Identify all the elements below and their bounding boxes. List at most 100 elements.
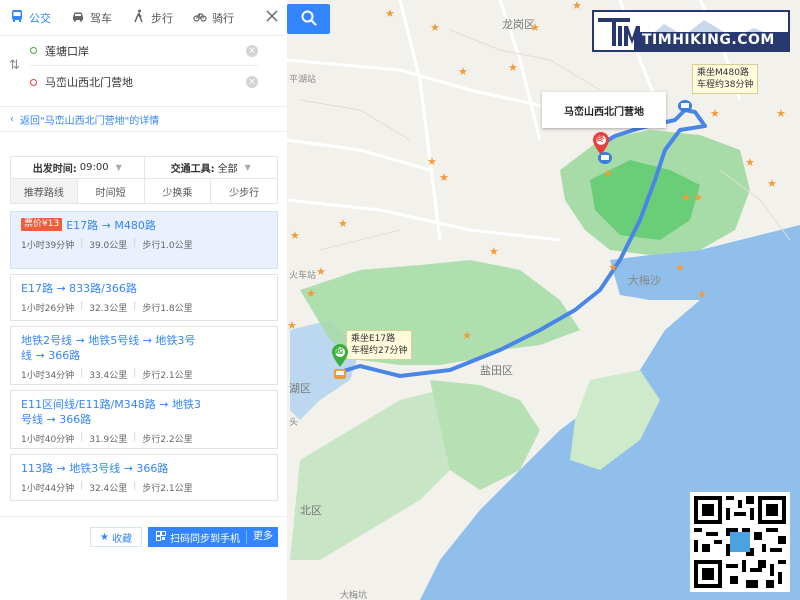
tab-bike[interactable]: 骑行 bbox=[183, 0, 244, 36]
poi-star-icon[interactable]: ★ bbox=[675, 262, 685, 273]
poi-star-icon[interactable]: ★ bbox=[710, 108, 720, 119]
depart-time-select[interactable]: 出发时间: 09:00 ▼ bbox=[11, 157, 144, 178]
bus-stop-transfer-icon[interactable] bbox=[678, 100, 692, 112]
poi-star-icon[interactable]: ★ bbox=[697, 289, 707, 300]
search-button[interactable] bbox=[287, 4, 330, 34]
map-label-luohu: 湖区 bbox=[289, 382, 311, 395]
poi-star-icon[interactable]: ★ bbox=[572, 0, 582, 11]
mode-tabs: 公交 驾车 步行 骑行 bbox=[0, 0, 287, 36]
poi-star-icon[interactable]: ★ bbox=[306, 288, 316, 299]
poi-star-icon[interactable]: ★ bbox=[508, 62, 518, 73]
destination-popup[interactable]: 马峦山西北门营地 bbox=[542, 92, 666, 128]
poi-star-icon[interactable]: ★ bbox=[290, 230, 300, 241]
map-label-shatoujiao: 头 bbox=[289, 418, 299, 428]
plan-walk: 步行2.1公里 bbox=[142, 371, 193, 381]
plan-distance: 33.4公里 bbox=[89, 371, 128, 381]
sort-fewest-transfers[interactable]: 少换乘 bbox=[143, 179, 211, 203]
plan-distance: 32.3公里 bbox=[89, 304, 128, 314]
plan-walk: 步行2.1公里 bbox=[142, 484, 193, 494]
tip-e17-line: 乘坐E17路 bbox=[351, 334, 396, 344]
tab-car[interactable]: 驾车 bbox=[61, 0, 122, 36]
bus-stop-end-icon[interactable] bbox=[598, 152, 612, 164]
poi-star-icon[interactable]: ★ bbox=[427, 156, 437, 167]
plan-title: E11区间线/E11路/M348路 → 地铁3号线 → 366路 bbox=[21, 398, 202, 426]
tab-bus[interactable]: 公交 bbox=[0, 0, 61, 36]
poi-star-icon[interactable]: ★ bbox=[458, 66, 468, 77]
back-link-label: 返回"马峦山西北门营地"的详情 bbox=[20, 115, 160, 127]
poi-star-icon[interactable]: ★ bbox=[462, 330, 472, 341]
action-bar: ★ 收藏 扫码同步到手机 更多 bbox=[0, 516, 287, 600]
fare-badge: 票价¥13 bbox=[21, 218, 63, 231]
walk-icon bbox=[132, 9, 146, 26]
route-plan[interactable]: 票价¥13 E17路 → M480路 1小时39分钟 | 39.0公里 | 步行1.0公里 bbox=[10, 211, 278, 269]
bus-stop-start-icon[interactable] bbox=[333, 368, 347, 380]
start-marker-icon[interactable]: 起 bbox=[331, 344, 349, 368]
start-input[interactable]: 莲塘口岸 bbox=[45, 43, 246, 59]
poi-star-icon[interactable]: ★ bbox=[530, 22, 540, 33]
poi-star-icon[interactable]: ★ bbox=[287, 320, 297, 331]
depart-label: 出发时间: bbox=[32, 164, 77, 175]
poi-star-icon[interactable]: ★ bbox=[316, 266, 326, 277]
poi-star-icon[interactable]: ★ bbox=[608, 262, 618, 273]
poi-star-icon[interactable]: ★ bbox=[338, 218, 348, 229]
tab-bus-label: 公交 bbox=[29, 11, 51, 25]
plan-time: 1小时26分钟 bbox=[21, 304, 75, 314]
poi-star-icon[interactable]: ★ bbox=[603, 168, 613, 179]
back-to-details-link[interactable]: ‹ 返回"马峦山西北门营地"的详情 bbox=[0, 106, 287, 132]
poi-star-icon[interactable]: ★ bbox=[385, 8, 395, 19]
map-label-station-1: 平湖站 bbox=[289, 75, 317, 85]
map-label-yantian: 盐田区 bbox=[480, 364, 513, 377]
tip-m480-line: 乘坐M480路 bbox=[697, 68, 749, 78]
plan-distance: 39.0公里 bbox=[89, 241, 128, 251]
route-plan[interactable]: 113路 → 地铁3号线 → 366路 1小时44分钟 | 32.4公里 | 步行2.1… bbox=[10, 454, 278, 501]
sort-shortest-time[interactable]: 时间短 bbox=[76, 179, 144, 203]
plan-title: 113路 → 地铁3号线 → 366路 bbox=[21, 462, 169, 475]
favorite-button[interactable]: ★ 收藏 bbox=[90, 527, 142, 547]
clear-end-icon[interactable]: × bbox=[246, 76, 258, 88]
clear-start-icon[interactable]: × bbox=[246, 44, 258, 57]
depart-value: 09:00 bbox=[79, 162, 109, 173]
sync-label: 扫码同步到手机 bbox=[170, 533, 240, 545]
route-plan[interactable]: E17路 → 833路/366路 1小时26分钟 | 32.3公里 | 步行1.8公里 bbox=[10, 274, 278, 321]
caret-down-icon: ▼ bbox=[115, 163, 122, 172]
tip-e17-time: 车程约27分钟 bbox=[351, 346, 408, 356]
bus-icon bbox=[10, 9, 24, 26]
plan-distance: 32.4公里 bbox=[89, 484, 128, 494]
close-button[interactable] bbox=[257, 0, 287, 36]
sort-recommended[interactable]: 推荐路线 bbox=[11, 179, 77, 203]
end-input[interactable]: 马峦山西北门营地 bbox=[45, 74, 246, 90]
map-label-dameisha: 大梅沙 bbox=[628, 274, 661, 287]
poi-star-icon[interactable]: ★ bbox=[489, 246, 499, 257]
tool-value: 全部 bbox=[217, 164, 238, 175]
poi-star-icon[interactable]: ★ bbox=[439, 172, 449, 183]
poi-star-icon[interactable]: ★ bbox=[776, 108, 786, 119]
tip-m480: 乘坐M480路 车程约38分钟 bbox=[692, 64, 759, 94]
end-marker-label: 终 bbox=[596, 134, 604, 143]
qr-scan-icon bbox=[156, 530, 166, 544]
sync-to-phone-button[interactable]: 扫码同步到手机 bbox=[148, 530, 246, 545]
poi-star-icon[interactable]: ★ bbox=[767, 178, 777, 189]
poi-star-icon[interactable]: ★ bbox=[681, 192, 691, 203]
route-plan[interactable]: E11区间线/E11路/M348路 → 地铁3号线 → 366路 1小时40分钟… bbox=[10, 390, 278, 449]
start-field[interactable]: 莲塘口岸 × bbox=[30, 36, 258, 66]
tab-walk[interactable]: 步行 bbox=[122, 0, 183, 36]
plan-title: E17路 → M480路 bbox=[66, 219, 156, 232]
plan-walk: 步行2.2公里 bbox=[142, 435, 193, 445]
route-plan[interactable]: 地铁2号线 → 地铁5号线 → 地铁3号线 → 366路 1小时34分钟 | 33.… bbox=[10, 326, 278, 385]
plan-time: 1小时34分钟 bbox=[21, 371, 75, 381]
timhiking-logo: TIMHIKING.COM bbox=[592, 10, 790, 52]
end-field[interactable]: 马峦山西北门营地 × bbox=[30, 67, 258, 97]
plan-walk: 步行1.8公里 bbox=[142, 304, 193, 314]
sort-least-walking[interactable]: 少步行 bbox=[210, 179, 277, 203]
poi-star-icon[interactable]: ★ bbox=[693, 192, 703, 203]
chevron-left-icon: ‹ bbox=[10, 113, 14, 125]
poi-star-icon[interactable]: ★ bbox=[430, 22, 440, 33]
transport-tool-select[interactable]: 交通工具: 全部 ▼ bbox=[143, 157, 278, 178]
end-dot-icon bbox=[30, 78, 37, 86]
car-icon bbox=[71, 9, 85, 26]
swap-icon[interactable]: ⇅ bbox=[9, 58, 23, 74]
more-button[interactable]: 更多 bbox=[246, 530, 273, 544]
poi-star-icon[interactable]: ★ bbox=[745, 157, 755, 168]
route-panel: 公交 驾车 步行 骑行 ⇅ 莲塘口岸 × 马峦山西北门营地 × ‹ 返回"马峦山… bbox=[0, 0, 287, 600]
plan-time: 1小时39分钟 bbox=[21, 241, 75, 251]
